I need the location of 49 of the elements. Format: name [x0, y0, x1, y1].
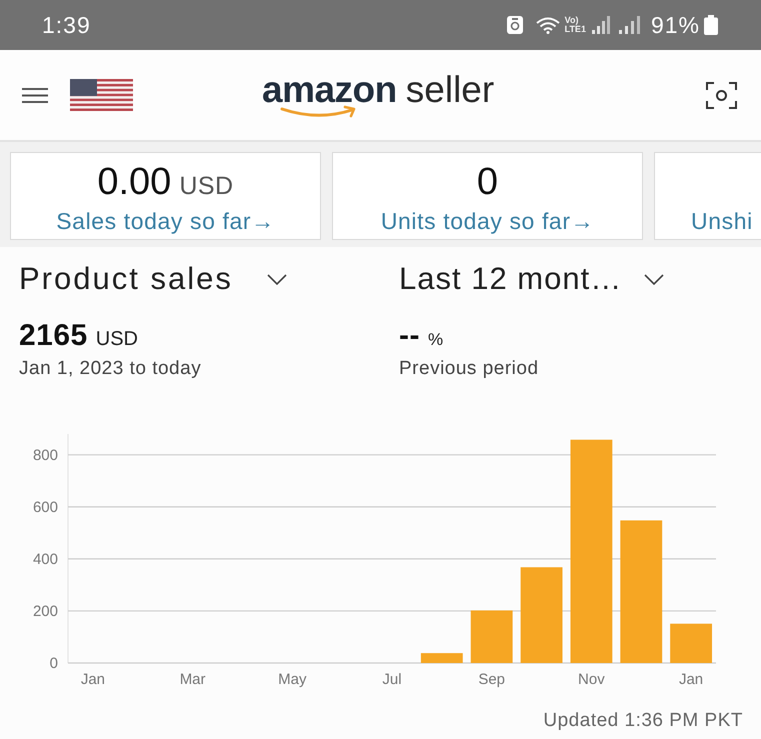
signal-icon: [618, 16, 641, 34]
signal-icon: [592, 16, 611, 34]
logo-wordmark: amazon: [262, 68, 397, 112]
summary-card[interactable]: Unshi: [654, 152, 761, 240]
card-value: 0: [476, 161, 498, 203]
chart-bar: [420, 653, 463, 663]
summary-card[interactable]: 0 Units today so far→: [332, 152, 643, 240]
y-axis-label: 400: [32, 550, 58, 568]
metric-dropdown[interactable]: Product sales: [19, 260, 287, 298]
total-caption: Jan 1, 2023 to today: [19, 358, 202, 380]
x-axis-label: Jan: [678, 671, 704, 688]
wifi-icon: [536, 16, 560, 34]
chart-bar: [470, 610, 513, 663]
scan-icon[interactable]: [706, 82, 737, 108]
card-value: 0.00: [97, 161, 172, 203]
y-axis-label: 0: [50, 655, 58, 672]
currency-unit: USD: [179, 172, 234, 201]
battery-percent: 91%: [650, 12, 700, 38]
y-axis-label: 600: [32, 498, 58, 516]
x-axis-label: Jul: [382, 671, 402, 688]
logo-suffix: seller: [406, 68, 494, 112]
status-time: 1:39: [42, 12, 91, 38]
period-dropdown[interactable]: Last 12 mont…: [399, 260, 664, 298]
y-axis-label: 800: [32, 446, 58, 464]
chart-bar: [670, 624, 712, 663]
total-value: --: [399, 318, 420, 354]
chevron-down-icon: [266, 274, 287, 284]
x-axis-label: Nov: [578, 671, 605, 688]
smile-arrow-icon: [280, 105, 358, 119]
card-link[interactable]: Sales today so far→: [56, 206, 275, 236]
chevron-down-icon: [644, 274, 664, 284]
total-unit: USD: [96, 328, 138, 351]
flag-icon: [70, 79, 133, 111]
summary-card[interactable]: 0.00 USD Sales today so far→: [10, 152, 321, 240]
menu-icon[interactable]: [22, 88, 48, 102]
y-axis-label: 200: [32, 602, 58, 620]
card-link[interactable]: Unshi: [691, 206, 753, 236]
battery-icon: [704, 15, 718, 35]
total-caption: Previous period: [399, 358, 540, 380]
x-axis-label: Sep: [478, 671, 506, 688]
card-link[interactable]: Units today so far→: [380, 206, 594, 236]
total-unit: %: [428, 330, 444, 350]
volte-label: Vo) LTE1: [564, 16, 586, 34]
x-axis-label: Jan: [80, 671, 106, 688]
updated-timestamp: Updated 1:36 PM PKT: [542, 710, 744, 732]
x-axis-label: Mar: [180, 671, 206, 688]
x-axis-label: May: [278, 671, 306, 688]
notification-icon: [506, 16, 523, 34]
total-value: 2165: [19, 318, 88, 354]
